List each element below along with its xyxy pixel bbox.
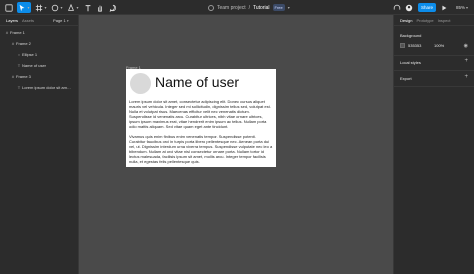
paragraph-text-1[interactable]: Lorem ipsum dolor sit amet, consectetur …: [129, 99, 273, 129]
pen-tool-icon[interactable]: ▾: [67, 2, 79, 13]
layer-frame-3[interactable]: # Frame 3: [0, 72, 79, 81]
title-separator: /: [248, 4, 251, 11]
tab-prototype[interactable]: Prototype: [416, 18, 433, 23]
export-label: Export: [400, 76, 412, 81]
frame-1[interactable]: Name of user Lorem ipsum dolor sit amet,…: [126, 69, 276, 167]
layer-label: Ellipse 1: [22, 52, 38, 57]
background-section-title: Background: [400, 33, 422, 38]
background-hex[interactable]: 535353: [408, 43, 434, 48]
hand-tool-icon[interactable]: [95, 2, 104, 13]
tab-assets[interactable]: Assets: [22, 18, 34, 23]
design-panel: Design Prototype Inspect Background 5353…: [393, 15, 474, 274]
page-selector-label: Page 1: [53, 17, 66, 23]
tab-layers[interactable]: Layers: [6, 18, 18, 23]
layer-label: Name of user: [22, 63, 47, 68]
layer-label: Lorem ipsum dolor sit am…: [22, 85, 71, 90]
eye-icon[interactable]: ◉: [464, 43, 468, 49]
local-styles-section: Local styles: [394, 60, 474, 65]
ellipse-avatar[interactable]: [130, 73, 151, 94]
layers-tabs: Layers Assets Page 1 ▾: [0, 15, 78, 26]
divider: [394, 86, 474, 87]
project-name[interactable]: Team project: [217, 5, 246, 11]
layer-label: Frame 1: [10, 30, 25, 35]
export-section: Export: [394, 76, 474, 81]
text-tool-icon[interactable]: [83, 2, 92, 13]
chevron-down-icon[interactable]: ▾: [288, 5, 290, 10]
figma-app: ▾ ▾ ▾ ▾ Team project / Tutorial Free ▾ S…: [0, 0, 474, 274]
add-export-plus-icon[interactable]: +: [464, 74, 468, 80]
page-selector[interactable]: Page 1 ▾: [53, 18, 69, 23]
comment-tool-icon[interactable]: [108, 2, 117, 13]
shape-tool-icon[interactable]: ▾: [51, 2, 63, 13]
name-of-user-text[interactable]: Name of user: [155, 74, 239, 90]
layer-frame-1[interactable]: # Frame 1: [0, 28, 79, 37]
layer-name-of-user[interactable]: T Name of user: [0, 61, 79, 70]
background-opacity[interactable]: 100%: [434, 43, 444, 48]
layer-lorem-text[interactable]: T Lorem ipsum dolor sit am…: [0, 83, 79, 92]
color-swatch[interactable]: [400, 43, 405, 48]
paragraph-text-2[interactable]: Vivamus quis enim finibus enim venenatis…: [129, 134, 273, 164]
zoom-value: 85%: [456, 5, 466, 10]
main-menu-icon[interactable]: [4, 2, 13, 13]
play-icon[interactable]: [440, 2, 448, 13]
plan-badge: Free: [272, 4, 285, 11]
frame-tool-icon[interactable]: ▾: [35, 2, 47, 13]
share-button[interactable]: Share: [418, 3, 436, 12]
chevron-down-icon: ▾: [466, 5, 469, 10]
top-toolbar: ▾ ▾ ▾ ▾ Team project / Tutorial Free ▾ S…: [0, 0, 474, 15]
divider: [394, 70, 474, 71]
file-title: Team project / Tutorial Free ▾: [208, 3, 290, 12]
local-styles-label: Local styles: [400, 60, 421, 65]
chevron-down-icon: ▾: [66, 18, 69, 23]
design-tabs: Design Prototype Inspect: [394, 15, 474, 26]
avatar[interactable]: [405, 2, 413, 13]
file-name[interactable]: Tutorial: [253, 5, 270, 11]
tab-inspect[interactable]: Inspect: [438, 18, 451, 23]
background-color-row[interactable]: 535353 100% ◉: [394, 43, 474, 49]
layer-label: Frame 3: [16, 74, 31, 79]
zoom-level[interactable]: 85% ▾: [456, 3, 468, 12]
layer-label: Frame 2: [16, 41, 31, 46]
layers-panel: Layers Assets Page 1 ▾ # Frame 1 # Frame…: [0, 15, 79, 274]
layer-ellipse-1[interactable]: ○ Ellipse 1: [0, 50, 79, 59]
divider: [394, 55, 474, 56]
layer-frame-2[interactable]: # Frame 2: [0, 39, 79, 48]
headphones-icon[interactable]: [393, 2, 401, 13]
move-tool-icon[interactable]: ▾: [17, 2, 31, 13]
team-icon: [208, 4, 214, 11]
tab-design[interactable]: Design: [400, 18, 412, 23]
add-local-style-plus-icon[interactable]: +: [464, 58, 468, 64]
